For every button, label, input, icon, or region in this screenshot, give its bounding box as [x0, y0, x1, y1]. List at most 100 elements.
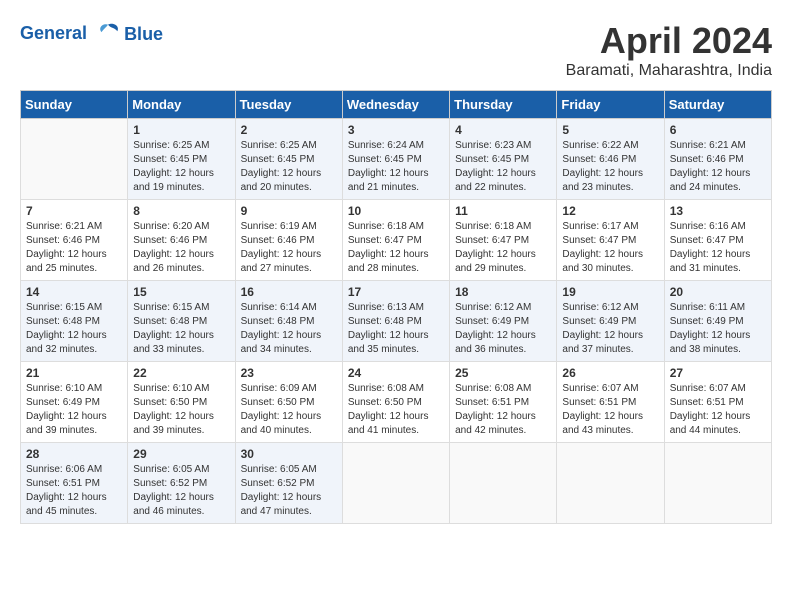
day-number: 4: [455, 123, 551, 137]
logo: General Blue: [20, 20, 163, 48]
day-number: 7: [26, 204, 122, 218]
calendar-week-row: 21 Sunrise: 6:10 AM Sunset: 6:49 PM Dayli…: [21, 362, 772, 443]
day-number: 14: [26, 285, 122, 299]
calendar-week-row: 7 Sunrise: 6:21 AM Sunset: 6:46 PM Daylig…: [21, 200, 772, 281]
day-number: 9: [241, 204, 337, 218]
day-number: 13: [670, 204, 766, 218]
calendar-cell: 21 Sunrise: 6:10 AM Sunset: 6:49 PM Dayli…: [21, 362, 128, 443]
calendar-cell: 10Sunrise: 6:18 AM Sunset: 6:47 PM Dayli…: [342, 200, 449, 281]
day-number: 23: [241, 366, 337, 380]
day-header-tuesday: Tuesday: [235, 91, 342, 119]
calendar-cell: 27 Sunrise: 6:07 AM Sunset: 6:51 PM Dayli…: [664, 362, 771, 443]
calendar-cell: 13Sunrise: 6:16 AM Sunset: 6:47 PM Dayli…: [664, 200, 771, 281]
cell-content: Sunrise: 6:17 AM Sunset: 6:47 PM Dayligh…: [562, 220, 658, 276]
month-title: April 2024: [566, 20, 772, 62]
cell-content: Sunrise: 6:12 AM Sunset: 6:49 PM Dayligh…: [455, 301, 551, 357]
cell-content: Sunrise: 6:08 AM Sunset: 6:51 PM Dayligh…: [455, 382, 551, 438]
cell-content: Sunrise: 6:24 AM Sunset: 6:45 PM Dayligh…: [348, 139, 444, 195]
cell-content: Sunrise: 6:21 AM Sunset: 6:46 PM Dayligh…: [670, 139, 766, 195]
day-number: 28: [26, 447, 122, 461]
day-header-monday: Monday: [128, 91, 235, 119]
day-number: 8: [133, 204, 229, 218]
calendar-week-row: 14 Sunrise: 6:15 AM Sunset: 6:48 PM Dayli…: [21, 281, 772, 362]
calendar-cell: 12Sunrise: 6:17 AM Sunset: 6:47 PM Dayli…: [557, 200, 664, 281]
calendar-cell: 19Sunrise: 6:12 AM Sunset: 6:49 PM Dayli…: [557, 281, 664, 362]
cell-content: Sunrise: 6:15 AM Sunset: 6:48 PM Dayligh…: [26, 301, 122, 357]
calendar-cell: 16 Sunrise: 6:14 AM Sunset: 6:48 PM Dayli…: [235, 281, 342, 362]
calendar-cell: [557, 443, 664, 524]
day-number: 17: [348, 285, 444, 299]
calendar-cell: [342, 443, 449, 524]
cell-content: Sunrise: 6:18 AM Sunset: 6:47 PM Dayligh…: [455, 220, 551, 276]
calendar-cell: 2 Sunrise: 6:25 AM Sunset: 6:45 PM Daylig…: [235, 119, 342, 200]
calendar-cell: 22 Sunrise: 6:10 AM Sunset: 6:50 PM Dayli…: [128, 362, 235, 443]
cell-content: Sunrise: 6:25 AM Sunset: 6:45 PM Dayligh…: [241, 139, 337, 195]
calendar-header-row: SundayMondayTuesdayWednesdayThursdayFrid…: [21, 91, 772, 119]
day-number: 3: [348, 123, 444, 137]
calendar-cell: 28 Sunrise: 6:06 AM Sunset: 6:51 PM Dayli…: [21, 443, 128, 524]
cell-content: Sunrise: 6:08 AM Sunset: 6:50 PM Dayligh…: [348, 382, 444, 438]
calendar-body: 1 Sunrise: 6:25 AM Sunset: 6:45 PM Daylig…: [21, 119, 772, 524]
calendar-cell: [21, 119, 128, 200]
day-header-saturday: Saturday: [664, 91, 771, 119]
day-number: 10: [348, 204, 444, 218]
day-header-friday: Friday: [557, 91, 664, 119]
calendar-cell: 8 Sunrise: 6:20 AM Sunset: 6:46 PM Daylig…: [128, 200, 235, 281]
day-number: 29: [133, 447, 229, 461]
day-number: 20: [670, 285, 766, 299]
calendar-cell: 24Sunrise: 6:08 AM Sunset: 6:50 PM Dayli…: [342, 362, 449, 443]
day-number: 21: [26, 366, 122, 380]
header: General Blue April 2024 Baramati, Mahara…: [20, 20, 772, 80]
day-header-sunday: Sunday: [21, 91, 128, 119]
logo-line2: Blue: [124, 24, 163, 45]
calendar-cell: [664, 443, 771, 524]
cell-content: Sunrise: 6:10 AM Sunset: 6:50 PM Dayligh…: [133, 382, 229, 438]
calendar-cell: 5 Sunrise: 6:22 AM Sunset: 6:46 PM Daylig…: [557, 119, 664, 200]
location-title: Baramati, Maharashtra, India: [566, 62, 772, 80]
cell-content: Sunrise: 6:11 AM Sunset: 6:49 PM Dayligh…: [670, 301, 766, 357]
day-number: 22: [133, 366, 229, 380]
cell-content: Sunrise: 6:20 AM Sunset: 6:46 PM Dayligh…: [133, 220, 229, 276]
day-header-thursday: Thursday: [450, 91, 557, 119]
cell-content: Sunrise: 6:07 AM Sunset: 6:51 PM Dayligh…: [670, 382, 766, 438]
cell-content: Sunrise: 6:06 AM Sunset: 6:51 PM Dayligh…: [26, 463, 122, 519]
calendar-cell: [450, 443, 557, 524]
day-header-wednesday: Wednesday: [342, 91, 449, 119]
cell-content: Sunrise: 6:13 AM Sunset: 6:48 PM Dayligh…: [348, 301, 444, 357]
day-number: 15: [133, 285, 229, 299]
calendar-cell: 29Sunrise: 6:05 AM Sunset: 6:52 PM Dayli…: [128, 443, 235, 524]
cell-content: Sunrise: 6:05 AM Sunset: 6:52 PM Dayligh…: [241, 463, 337, 519]
calendar-week-row: 28 Sunrise: 6:06 AM Sunset: 6:51 PM Dayli…: [21, 443, 772, 524]
day-number: 1: [133, 123, 229, 137]
day-number: 18: [455, 285, 551, 299]
day-number: 16: [241, 285, 337, 299]
calendar-cell: 25 Sunrise: 6:08 AM Sunset: 6:51 PM Dayli…: [450, 362, 557, 443]
cell-content: Sunrise: 6:23 AM Sunset: 6:45 PM Dayligh…: [455, 139, 551, 195]
cell-content: Sunrise: 6:25 AM Sunset: 6:45 PM Dayligh…: [133, 139, 229, 195]
calendar-table: SundayMondayTuesdayWednesdayThursdayFrid…: [20, 90, 772, 524]
cell-content: Sunrise: 6:21 AM Sunset: 6:46 PM Dayligh…: [26, 220, 122, 276]
cell-content: Sunrise: 6:22 AM Sunset: 6:46 PM Dayligh…: [562, 139, 658, 195]
cell-content: Sunrise: 6:14 AM Sunset: 6:48 PM Dayligh…: [241, 301, 337, 357]
day-number: 30: [241, 447, 337, 461]
day-number: 27: [670, 366, 766, 380]
cell-content: Sunrise: 6:07 AM Sunset: 6:51 PM Dayligh…: [562, 382, 658, 438]
cell-content: Sunrise: 6:15 AM Sunset: 6:48 PM Dayligh…: [133, 301, 229, 357]
calendar-cell: 3 Sunrise: 6:24 AM Sunset: 6:45 PM Daylig…: [342, 119, 449, 200]
day-number: 5: [562, 123, 658, 137]
calendar-cell: 23Sunrise: 6:09 AM Sunset: 6:50 PM Dayli…: [235, 362, 342, 443]
cell-content: Sunrise: 6:10 AM Sunset: 6:49 PM Dayligh…: [26, 382, 122, 438]
day-number: 6: [670, 123, 766, 137]
calendar-cell: 1 Sunrise: 6:25 AM Sunset: 6:45 PM Daylig…: [128, 119, 235, 200]
day-number: 25: [455, 366, 551, 380]
calendar-week-row: 1 Sunrise: 6:25 AM Sunset: 6:45 PM Daylig…: [21, 119, 772, 200]
calendar-cell: 14 Sunrise: 6:15 AM Sunset: 6:48 PM Dayli…: [21, 281, 128, 362]
day-number: 11: [455, 204, 551, 218]
day-number: 2: [241, 123, 337, 137]
cell-content: Sunrise: 6:12 AM Sunset: 6:49 PM Dayligh…: [562, 301, 658, 357]
calendar-cell: 17 Sunrise: 6:13 AM Sunset: 6:48 PM Dayli…: [342, 281, 449, 362]
calendar-cell: 11 Sunrise: 6:18 AM Sunset: 6:47 PM Dayli…: [450, 200, 557, 281]
logo-bird-icon: [94, 20, 122, 48]
calendar-cell: 18 Sunrise: 6:12 AM Sunset: 6:49 PM Dayli…: [450, 281, 557, 362]
calendar-cell: 30 Sunrise: 6:05 AM Sunset: 6:52 PM Dayli…: [235, 443, 342, 524]
